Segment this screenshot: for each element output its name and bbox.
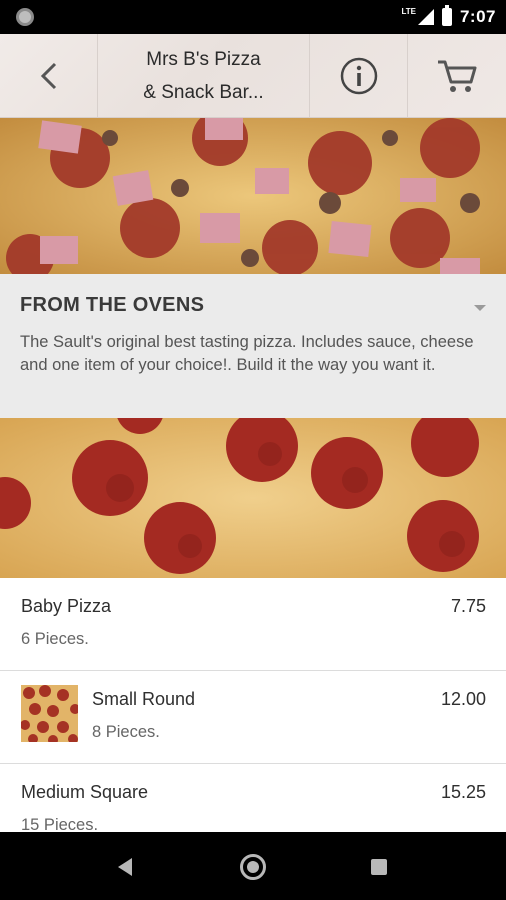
signal-icon: [417, 9, 434, 25]
title-line-2: & Snack Bar...: [143, 81, 264, 103]
category-title: FROM THE OVENS: [20, 294, 205, 316]
restaurant-title: Mrs B's Pizza & Snack Bar...: [98, 34, 310, 117]
chevron-left-icon: [40, 62, 56, 89]
system-nav-bar: [0, 832, 506, 900]
battery-icon: [441, 5, 452, 26]
info-icon: [340, 57, 377, 94]
item-price: 12.00: [440, 689, 486, 709]
status-bar: LTE 7:07: [0, 0, 506, 34]
item-description: 15 Pieces.: [21, 816, 99, 832]
category-hero-image: [0, 118, 506, 274]
menu-item-medium-square[interactable]: Medium Square 15 Pieces. 15.25: [0, 764, 506, 832]
cart-icon: [438, 60, 477, 92]
back-button[interactable]: [0, 34, 98, 117]
network-type: LTE: [401, 6, 416, 16]
item-price: 15.25: [440, 782, 486, 802]
item-description: 8 Pieces.: [92, 723, 160, 741]
category-description: The Sault's original best tasting pizza.…: [20, 333, 474, 374]
status-time: 7:07: [459, 7, 496, 26]
nav-back-icon[interactable]: [118, 858, 132, 876]
item-thumbnail: [21, 685, 78, 742]
category-secondary-image: [0, 418, 506, 578]
item-name: Small Round: [92, 689, 196, 709]
menu-item-small-round[interactable]: Small Round 8 Pieces. 12.00: [0, 671, 506, 764]
menu-list: Baby Pizza 6 Pieces. 7.75 Small Round 8 …: [0, 578, 506, 832]
item-description: 6 Pieces.: [21, 630, 89, 648]
app-bar: Mrs B's Pizza & Snack Bar...: [0, 34, 506, 118]
item-name: Medium Square: [21, 782, 149, 802]
cart-button[interactable]: [408, 34, 506, 117]
menu-item-baby-pizza[interactable]: Baby Pizza 6 Pieces. 7.75: [0, 578, 506, 671]
info-button[interactable]: [310, 34, 408, 117]
nav-recents-icon[interactable]: [371, 859, 387, 875]
notification-icon: [16, 8, 34, 26]
caret-down-icon[interactable]: [474, 305, 486, 311]
item-price: 7.75: [450, 596, 486, 616]
item-name: Baby Pizza: [21, 596, 112, 616]
nav-home-icon[interactable]: [240, 854, 266, 880]
category-header[interactable]: FROM THE OVENS The Sault's original best…: [0, 274, 506, 418]
title-line-1: Mrs B's Pizza: [146, 48, 261, 70]
